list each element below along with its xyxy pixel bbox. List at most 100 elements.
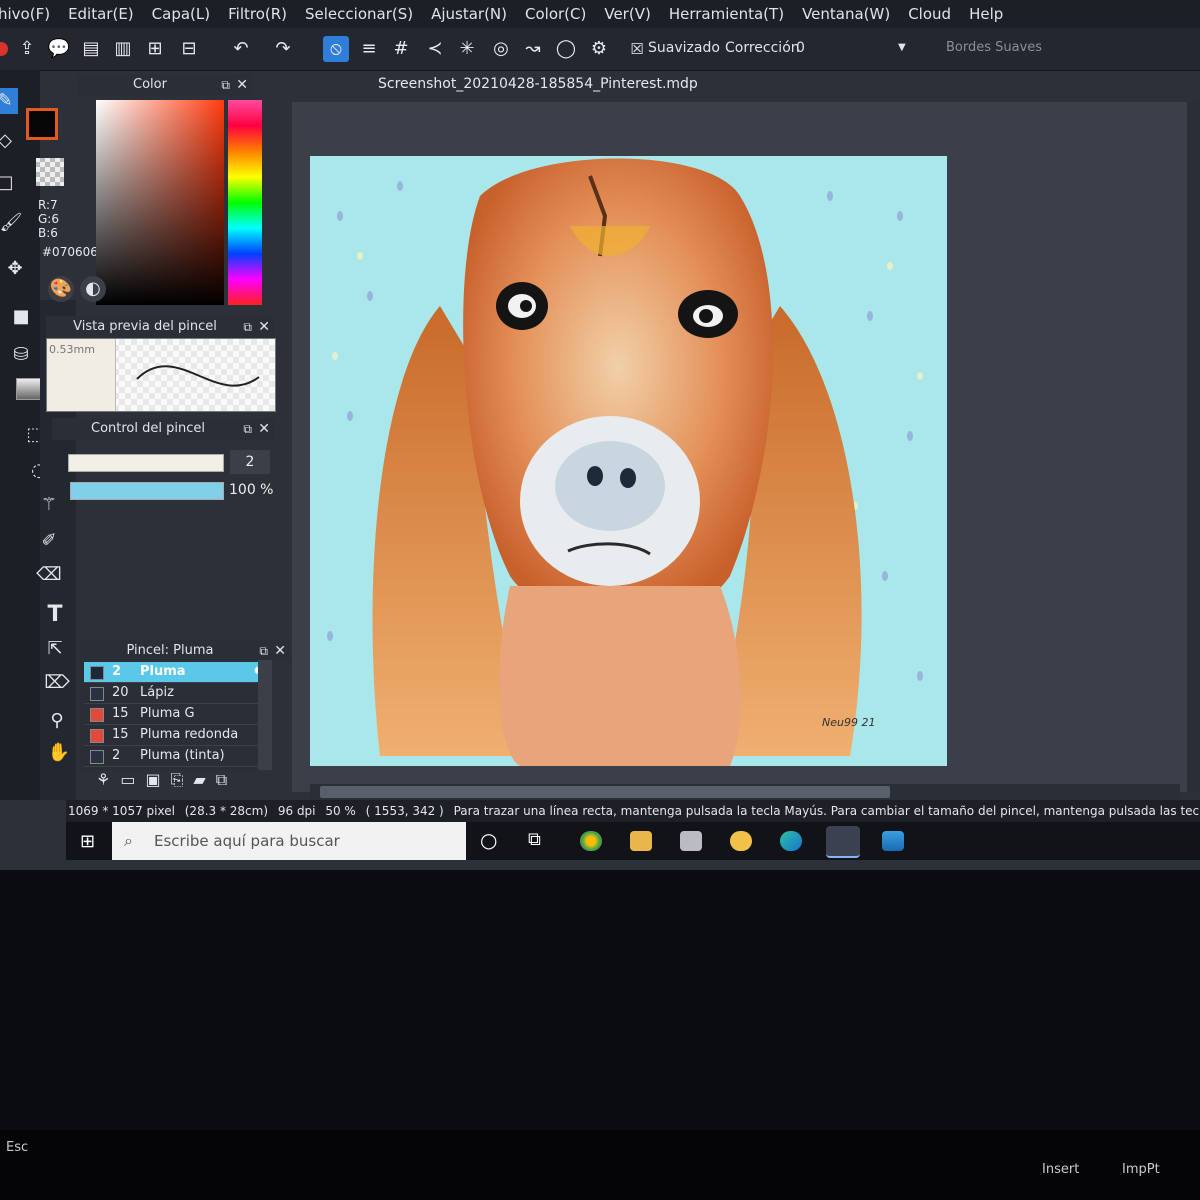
taskbar-search[interactable]: ⌕ Escribe aquí para buscar <box>112 822 466 860</box>
menu-item[interactable]: Filtro(R) <box>228 5 287 23</box>
table-icon[interactable]: ⊞ <box>142 36 168 62</box>
export-icon[interactable]: ⇪ <box>14 36 40 62</box>
chrome-icon[interactable] <box>580 831 602 851</box>
close-icon[interactable]: ✕ <box>274 640 286 662</box>
concentric-icon[interactable]: ◎ <box>488 36 514 62</box>
folder-icon[interactable]: ▰ <box>193 770 215 789</box>
brush-item[interactable]: 2 Pluma (tinta) <box>84 746 272 767</box>
brush-item[interactable]: 2 Pluma ✹ <box>84 662 272 683</box>
brush-menu-icon[interactable]: ▣ <box>145 770 170 789</box>
parallel-lines-icon[interactable]: ≡ <box>356 36 382 62</box>
popout-icon[interactable]: ⧉ <box>243 418 252 440</box>
brush-size-slider[interactable] <box>68 454 224 472</box>
settings-icon[interactable]: ⚙ <box>586 36 612 62</box>
copy-brush-icon[interactable]: ⎘ <box>171 770 194 789</box>
windows-start-icon[interactable]: ⊞ <box>80 831 95 852</box>
norton-icon[interactable] <box>730 831 752 851</box>
rect-icon[interactable]: □ <box>0 170 18 196</box>
chevron-down-icon[interactable]: ▼ <box>898 42 906 53</box>
magic-wand-icon[interactable]: ⚚ <box>36 492 62 518</box>
horizontal-scrollbar[interactable] <box>310 784 1180 800</box>
add-brush-icon[interactable]: ⚘ <box>96 770 120 789</box>
menu-item[interactable]: Cloud <box>908 5 951 23</box>
background-color-swatch[interactable] <box>36 158 64 186</box>
brush-tool-icon[interactable]: 🖌 <box>0 210 24 236</box>
duplicate-icon[interactable]: ⧉ <box>216 770 237 789</box>
snap-off-icon[interactable]: ⦸ <box>323 36 349 62</box>
comment-icon[interactable]: ▤ <box>78 36 104 62</box>
menu-item[interactable]: Seleccionar(S) <box>305 5 413 23</box>
color-set-icon[interactable]: ◐ <box>80 276 106 302</box>
text-tool-icon[interactable]: T <box>42 602 68 628</box>
store-icon[interactable] <box>680 831 702 851</box>
brush-size-value[interactable]: 2 <box>230 450 270 474</box>
redo-icon[interactable]: ↷ <box>270 36 296 62</box>
brush-item[interactable]: 15 Pluma redonda <box>84 725 272 746</box>
task-view-icon[interactable]: ⧉ <box>528 829 541 850</box>
file-explorer-icon[interactable] <box>630 831 652 851</box>
brush-list-scrollbar[interactable] <box>258 660 272 770</box>
palette-icon[interactable]: 🎨 <box>48 276 74 302</box>
hand-icon[interactable]: ✋ <box>46 740 72 766</box>
new-brush-icon[interactable]: ▭ <box>120 770 145 789</box>
brush-item[interactable]: 20 Lápiz <box>84 683 272 704</box>
curve-icon[interactable]: ↝ <box>520 36 546 62</box>
correction-value[interactable]: 0 <box>796 40 805 56</box>
grid-snap-icon[interactable]: # <box>388 36 414 62</box>
eyedropper-icon[interactable]: ⚲ <box>44 708 70 734</box>
close-icon[interactable]: ✕ <box>258 316 270 338</box>
perspective-icon[interactable]: ≺ <box>422 36 448 62</box>
square-fill-icon[interactable]: ■ <box>8 304 34 330</box>
vertical-scrollbar[interactable] <box>1187 102 1200 792</box>
hue-slider[interactable] <box>228 100 262 305</box>
grid-plus-icon[interactable]: ⊟ <box>176 36 202 62</box>
circle-snap-icon[interactable]: ◯ <box>553 36 579 62</box>
menu-item[interactable]: Editar(E) <box>68 5 134 23</box>
menu-item[interactable]: Ventana(W) <box>802 5 890 23</box>
color-picker-field[interactable] <box>96 100 224 305</box>
operation-icon[interactable]: ⇱ <box>42 636 68 662</box>
status-hint: Para trazar una línea recta, mantenga pu… <box>453 804 1200 818</box>
cortana-icon[interactable]: ○ <box>480 828 497 852</box>
brush-opacity-slider[interactable] <box>70 482 224 500</box>
popout-icon[interactable]: ⧉ <box>259 640 268 662</box>
eraser-icon[interactable]: ⌦ <box>44 670 70 696</box>
menu-item[interactable]: Ajustar(N) <box>431 5 507 23</box>
menu-item[interactable]: hivo(F) <box>0 5 50 23</box>
color-hex[interactable]: #070606 <box>42 245 98 259</box>
menu-item[interactable]: Capa(L) <box>152 5 210 23</box>
pen-tool-icon[interactable]: ✎ <box>0 88 18 114</box>
menu-item[interactable]: Color(C) <box>525 5 586 23</box>
smoothing-checkbox[interactable]: ☒ <box>624 36 650 62</box>
medibang-taskbar-item[interactable] <box>826 826 860 858</box>
diamond-icon[interactable]: ◇ <box>0 128 18 154</box>
menu-item[interactable]: Help <box>969 5 1003 23</box>
gradient-icon[interactable] <box>16 378 42 400</box>
menu-item[interactable]: Herramienta(T) <box>669 5 784 23</box>
artwork[interactable]: Neu99 21 <box>310 156 947 766</box>
popout-icon[interactable]: ⧉ <box>221 74 230 96</box>
soft-edges-label[interactable]: Bordes Suaves <box>946 40 1042 55</box>
undo-icon[interactable]: ↶ <box>228 36 254 62</box>
status-coords: ( 1553, 342 ) <box>365 804 444 818</box>
select-eraser-icon[interactable]: ⌫ <box>36 562 62 588</box>
popout-icon[interactable]: ⧉ <box>243 316 252 338</box>
edge-icon[interactable] <box>780 831 802 851</box>
scrollbar-thumb[interactable] <box>320 786 890 798</box>
menu-item[interactable]: Ver(V) <box>604 5 650 23</box>
brush-item[interactable]: 15 Pluma G <box>84 704 272 725</box>
close-icon[interactable]: ✕ <box>258 418 270 440</box>
radial-icon[interactable]: ✳ <box>454 36 480 62</box>
brush-color-swatch <box>90 687 104 701</box>
bucket-icon[interactable]: ⛁ <box>8 342 34 368</box>
select-pen-icon[interactable]: ✐ <box>36 528 62 554</box>
speech-bubble-icon[interactable]: 💬 <box>46 36 72 62</box>
photos-icon[interactable] <box>882 831 904 851</box>
move-icon[interactable]: ✥ <box>2 256 28 282</box>
record-icon[interactable] <box>0 42 8 56</box>
document-icon[interactable]: ▥ <box>110 36 136 62</box>
brush-item-size: 2 <box>112 748 121 763</box>
close-icon[interactable]: ✕ <box>236 74 248 96</box>
document-tab[interactable]: Screenshot_20210428-185854_Pinterest.mdp <box>378 76 698 92</box>
foreground-color-swatch[interactable] <box>26 108 58 140</box>
